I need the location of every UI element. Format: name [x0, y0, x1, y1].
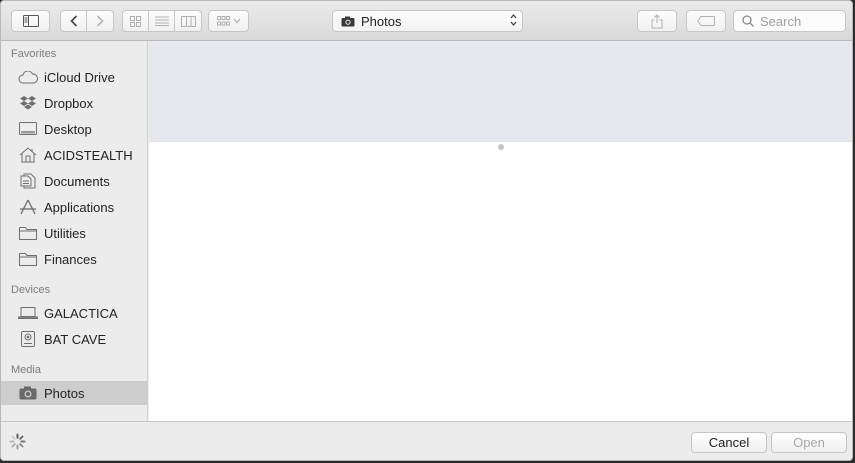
location-popup[interactable]: Photos [332, 10, 523, 32]
sidebar: Favorites iCloud Drive Dropbox Desktop A… [1, 41, 148, 421]
section-title-favorites: Favorites [11, 48, 57, 60]
sidebar-item-desktop[interactable]: Desktop [1, 117, 147, 141]
list-icon [154, 16, 169, 26]
chevron-right-icon [96, 15, 104, 27]
icon-view-button[interactable] [122, 10, 149, 32]
sidebar-item-bat-cave[interactable]: BAT CAVE [1, 327, 147, 351]
sidebar-toggle-button[interactable] [11, 10, 50, 32]
sidebar-item-label: iCloud Drive [44, 69, 115, 85]
laptop-icon [18, 305, 38, 321]
documents-icon [18, 173, 38, 189]
sidebar-item-documents[interactable]: Documents [1, 169, 147, 193]
search-icon [742, 15, 754, 27]
back-button[interactable] [60, 10, 87, 32]
cancel-button[interactable]: Cancel [691, 432, 767, 453]
sidebar-item-label: Dropbox [44, 95, 94, 111]
sidebar-item-label: ACIDSTEALTH [44, 147, 133, 163]
file-browser-area[interactable] [149, 41, 852, 421]
dropbox-icon [18, 95, 38, 111]
tags-button[interactable] [686, 10, 726, 32]
sidebar-item-icloud-drive[interactable]: iCloud Drive [1, 65, 147, 89]
sidebar-item-label: BAT CAVE [44, 331, 107, 347]
sidebar-item-label: Utilities [44, 225, 86, 241]
applications-icon [18, 199, 38, 215]
open-dialog-window: Photos Favorites [0, 0, 853, 461]
column-view-button[interactable] [175, 10, 202, 32]
sidebar-item-label: Finances [44, 251, 97, 267]
loading-spinner-icon [9, 433, 26, 450]
sidebar-item-label: Desktop [44, 121, 92, 137]
sidebar-item-photos[interactable]: Photos [1, 381, 147, 405]
sidebar-item-applications[interactable]: Applications [1, 195, 147, 219]
chevron-left-icon [69, 15, 77, 27]
columns-icon [180, 15, 196, 27]
sidebar-item-label: Documents [44, 173, 110, 189]
grid-icon [130, 15, 141, 27]
loading-dot-indicator [498, 144, 504, 150]
forward-button[interactable] [87, 10, 114, 32]
share-button[interactable] [637, 10, 677, 32]
sidebar-item-dropbox[interactable]: Dropbox [1, 91, 147, 115]
sidebar-item-acidstealth[interactable]: ACIDSTEALTH [1, 143, 147, 167]
chevron-down-icon [233, 18, 240, 24]
home-icon [18, 147, 38, 163]
location-popup-label: Photos [361, 13, 402, 29]
search-field[interactable] [733, 10, 846, 32]
section-title-devices: Devices [11, 284, 51, 296]
toolbar: Photos [1, 1, 852, 41]
section-title-media: Media [11, 364, 41, 376]
desktop-icon [18, 121, 38, 137]
arrange-grid-icon [216, 16, 230, 26]
sidebar-item-label: GALACTICA [44, 305, 118, 321]
back-forward-control [60, 10, 114, 32]
folder-icon [18, 251, 38, 267]
photos-loading-header [149, 41, 852, 142]
sidebar-item-galactica[interactable]: GALACTICA [1, 301, 147, 325]
cloud-icon [18, 69, 38, 85]
sidebar-item-label: Photos [44, 385, 85, 401]
sidebar-toggle-icon [22, 15, 39, 27]
disk-icon [18, 331, 38, 347]
sidebar-item-finances[interactable]: Finances [1, 247, 147, 271]
tag-icon [697, 16, 715, 26]
search-input[interactable] [760, 13, 840, 29]
view-mode-control [122, 10, 202, 32]
arrange-button[interactable] [208, 10, 249, 32]
share-icon [651, 13, 663, 28]
open-button[interactable]: Open [771, 432, 847, 453]
sidebar-item-utilities[interactable]: Utilities [1, 221, 147, 245]
camera-icon [341, 16, 355, 26]
up-down-arrows-icon [510, 13, 517, 28]
sidebar-item-label: Applications [44, 199, 115, 215]
camera-icon [18, 385, 38, 401]
list-view-button[interactable] [149, 10, 175, 32]
dialog-footer: Cancel Open [1, 421, 852, 460]
folder-icon [18, 225, 38, 241]
